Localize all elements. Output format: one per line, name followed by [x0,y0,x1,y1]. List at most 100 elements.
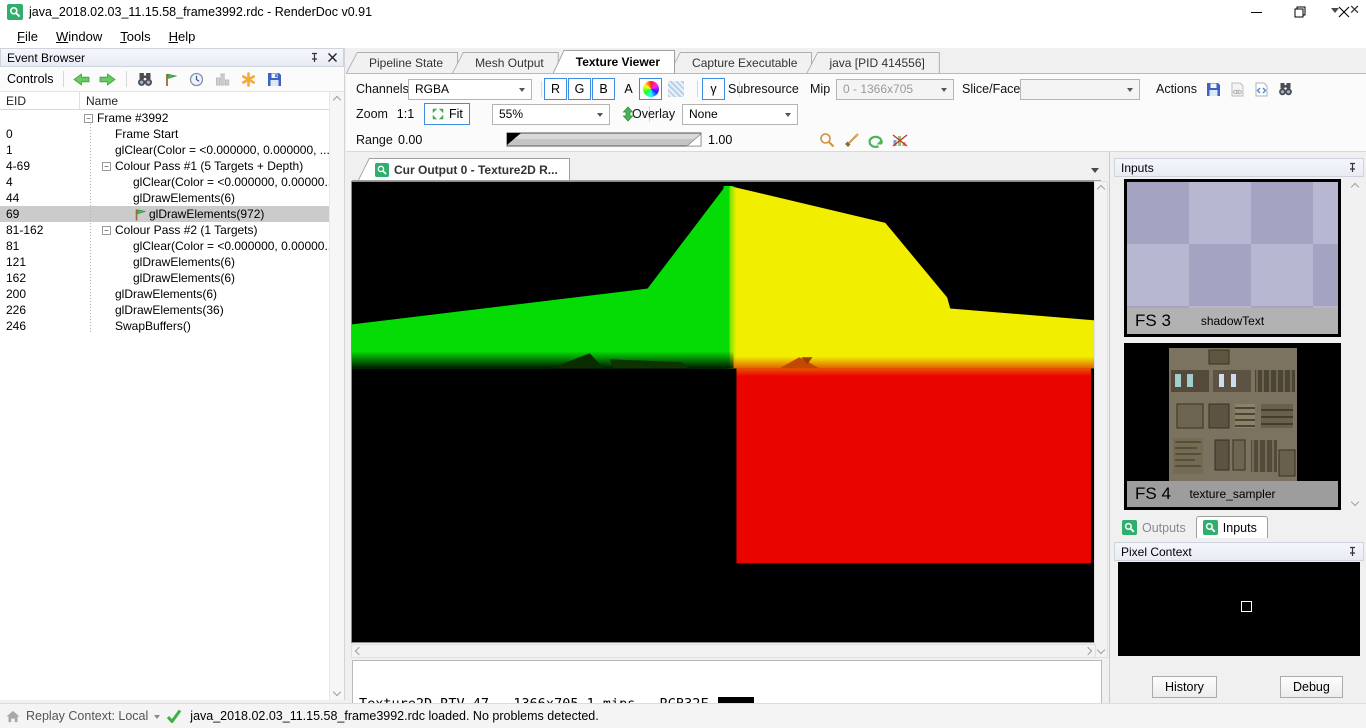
event-browser-toolbar: Controls [0,67,344,92]
save-texture-icon[interactable] [1202,79,1224,99]
zoom-1-1-button[interactable]: 1:1 [394,103,417,125]
event-eid: 1 [0,143,80,157]
pixel-context-view[interactable] [1118,562,1360,656]
actions-label: Actions [1156,82,1197,96]
event-row[interactable]: 81-162 − Colour Pass #2 (1 Targets) [0,222,344,238]
restore-button[interactable] [1278,0,1322,24]
event-eid: 4-69 [0,159,80,173]
texture-list-dropdown-icon[interactable] [1091,168,1099,173]
zoom-level-select[interactable]: 55% [492,104,610,125]
event-row[interactable]: 4 − glClear(Color = <0.000000, 0.00000..… [0,174,344,190]
document-tab[interactable]: Texture Viewer [553,50,675,73]
event-row[interactable]: 0 − Frame Start [0,126,344,142]
custom-shader-icon[interactable] [1250,79,1272,99]
menu-item[interactable]: File [8,26,47,47]
tree-expander-icon[interactable]: − [102,226,111,235]
fit-button[interactable]: Fit [424,103,470,125]
document-tab[interactable]: Mesh Output [452,52,559,73]
timing-clock-icon[interactable] [186,69,208,89]
inputs-scrollbar[interactable] [1349,179,1363,510]
event-row[interactable]: 162 − glDrawElements(6) [0,270,344,286]
event-row[interactable]: − Frame #3992 [0,110,344,126]
mip-label: Mip [810,82,830,96]
document-tab[interactable]: java [PID 414556] [806,52,939,73]
event-row[interactable]: 81 − glClear(Color = <0.000000, 0.00000.… [0,238,344,254]
event-name: Frame #3992 [97,111,168,125]
pixel-context-header: Pixel Context [1114,542,1364,561]
alpha-channel-button[interactable]: A [617,78,640,100]
overlay-label: Overlay [632,107,675,121]
column-name[interactable]: Name [80,92,118,109]
find-event-icon[interactable] [134,69,156,89]
event-row[interactable]: 246 − SwapBuffers() [0,318,344,334]
current-output-tab[interactable]: Cur Output 0 - Texture2D R... [358,158,570,180]
step-forward-icon[interactable] [97,69,119,89]
viewport-vertical-scrollbar[interactable] [1094,181,1108,658]
debug-button[interactable]: Debug [1280,676,1343,698]
outputs-tab[interactable]: Outputs [1116,517,1196,538]
replay-context-dropdown-icon[interactable] [154,715,160,719]
column-eid[interactable]: EID [0,92,80,109]
event-browser-scrollbar[interactable] [329,92,344,700]
gamma-button[interactable]: γ [702,78,725,100]
close-panel-icon[interactable] [325,51,339,65]
pin-icon[interactable] [307,51,321,65]
texture-viewport[interactable] [351,181,1096,643]
event-row[interactable]: 1 − glClear(Color = <0.000000, 0.000000,… [0,142,344,158]
mip-select[interactable]: 0 - 1366x705 [836,79,954,100]
inputs-tab[interactable]: Inputs [1196,516,1268,538]
picked-pixel-marker [1241,601,1252,612]
range-max-value[interactable]: 1.00 [708,133,732,147]
menu-item[interactable]: Tools [111,26,159,47]
viewport-horizontal-scrollbar[interactable] [351,644,1096,658]
red-channel-button[interactable]: R [544,78,567,100]
color-wheel-button[interactable] [639,78,662,100]
zoom-range-icon[interactable] [816,130,838,150]
histogram-toggle-icon[interactable] [889,130,911,150]
history-button[interactable]: History [1152,676,1217,698]
event-eid: 44 [0,191,80,205]
overlay-select[interactable]: None [682,104,798,125]
reset-range-icon[interactable] [865,130,887,150]
custom-action-icon[interactable] [238,69,260,89]
minimize-button[interactable] [1234,0,1278,24]
goto-location-icon[interactable] [1274,79,1296,99]
tab-list-dropdown-icon[interactable] [1331,8,1339,13]
blue-channel-button[interactable]: B [592,78,615,100]
thumbnail-caption: FS 3 shadowText [1127,308,1338,334]
menu-item[interactable]: Help [160,26,205,47]
status-bar: Replay Context: Local java_2018.02.03_11… [0,703,1366,728]
io-tab-bar: Outputs Inputs [1116,515,1268,538]
green-channel-button[interactable]: G [568,78,591,100]
close-tab-icon[interactable]: ✕ [1349,4,1360,16]
tree-expander-icon[interactable]: − [102,162,111,171]
document-tab[interactable]: Capture Executable [669,52,812,73]
range-slider[interactable] [506,132,702,148]
channels-select[interactable]: RGBA [408,79,532,100]
pin-icon[interactable] [1345,161,1359,175]
event-row[interactable]: 200 − glDrawElements(6) [0,286,344,302]
event-eid: 81-162 [0,223,80,237]
event-row[interactable]: 121 − glDrawElements(6) [0,254,344,270]
event-row[interactable]: 226 − glDrawElements(36) [0,302,344,318]
replay-context-label[interactable]: Replay Context: Local [26,709,148,723]
input-thumbnail-shadowtext[interactable]: FS 3 shadowText [1124,179,1341,337]
input-thumbnail-texture-sampler[interactable]: FS 4 texture_sampler [1124,343,1341,510]
bookmark-flag-icon[interactable] [160,69,182,89]
step-back-icon[interactable] [71,69,93,89]
tree-expander-icon[interactable]: − [84,114,93,123]
event-eid: 0 [0,127,80,141]
document-tab[interactable]: Pipeline State [346,52,458,73]
event-row[interactable]: 44 − glDrawElements(6) [0,190,344,206]
autofit-wand-icon[interactable] [841,130,863,150]
range-min-value[interactable]: 0.00 [398,133,422,147]
checker-backdrop-button[interactable] [664,78,687,100]
pin-icon[interactable] [1345,545,1359,559]
event-row[interactable]: 69 − glDrawElements(972) [0,206,344,222]
save-events-icon[interactable] [264,69,286,89]
event-row[interactable]: 4-69 − Colour Pass #1 (5 Targets + Depth… [0,158,344,174]
pixel-context-title: Pixel Context [1121,545,1192,559]
slice-face-select[interactable] [1020,79,1140,100]
texture-tab-strip: Cur Output 0 - Texture2D R... [352,158,1101,181]
menu-item[interactable]: Window [47,26,111,47]
